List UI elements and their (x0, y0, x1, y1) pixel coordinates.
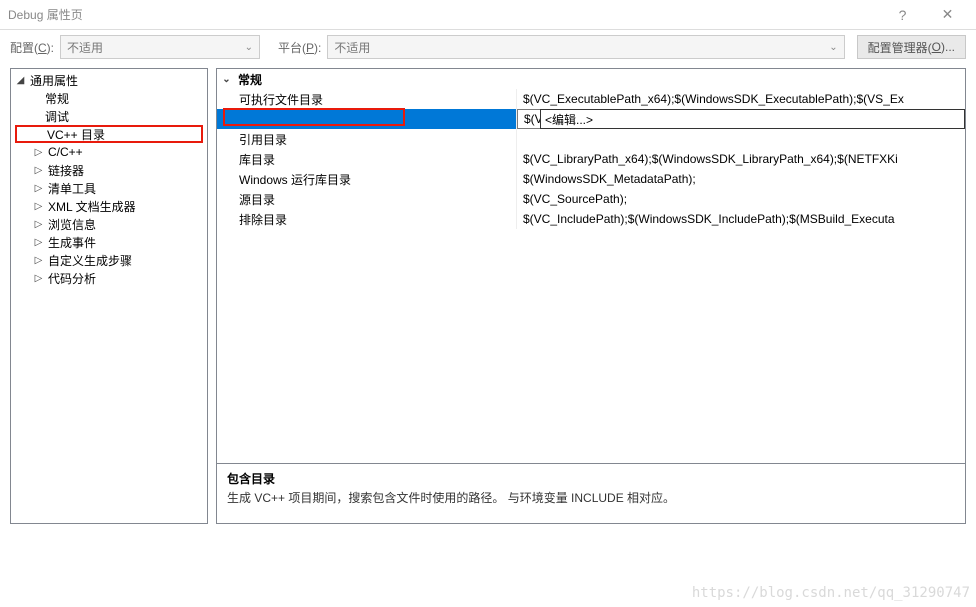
tree-panel[interactable]: ◢ 通用属性 常规 调试 VC++ 目录 ▷C/C++ ▷链接器 ▷清单工具 ▷… (10, 68, 208, 524)
prop-name: 库目录 (217, 149, 517, 169)
prop-name: 包含目录 (217, 109, 517, 129)
prop-row-executabledirs[interactable]: 可执行文件目录 $(VC_ExecutablePath_x64);$(Windo… (217, 89, 965, 109)
tree-item-cpp[interactable]: ▷C/C++ (11, 143, 207, 161)
platform-label: 平台(P): (278, 39, 321, 56)
chevron-down-icon: ⌄ (245, 42, 253, 53)
window-title: Debug 属性页 (6, 6, 880, 23)
expand-icon[interactable]: ▷ (33, 147, 44, 158)
config-dropdown[interactable]: 不适用 ⌄ (60, 35, 260, 59)
prop-row-sourcedirs[interactable]: 源目录 $(VC_SourcePath); (217, 189, 965, 209)
tree-item-codeanalysis[interactable]: ▷代码分析 (11, 269, 207, 287)
prop-row-referencedirs[interactable]: 引用目录 (217, 129, 965, 149)
tree-item-vcdirs[interactable]: VC++ 目录 (15, 125, 203, 143)
prop-name: 排除目录 (217, 209, 517, 229)
prop-value[interactable]: $(VC_LibraryPath_x64);$(WindowsSDK_Libra… (517, 149, 965, 169)
tree-item-browseinfo[interactable]: ▷浏览信息 (11, 215, 207, 233)
prop-row-excludedirs[interactable]: 排除目录 $(VC_IncludePath);$(WindowsSDK_Incl… (217, 209, 965, 229)
tree-item-linker[interactable]: ▷链接器 (11, 161, 207, 179)
toolbar: 配置(C): 不适用 ⌄ 平台(P): 不适用 ⌄ 配置管理器(O)... (0, 30, 976, 64)
tree-item-debug[interactable]: 调试 (11, 107, 207, 125)
prop-value[interactable]: $(VC_ExecutablePath_x64);$(WindowsSDK_Ex… (517, 89, 965, 109)
tree-root-label: 通用属性 (30, 72, 78, 89)
tree-item-manifest[interactable]: ▷清单工具 (11, 179, 207, 197)
tree-item-general[interactable]: 常规 (11, 89, 207, 107)
expand-icon[interactable]: ▷ (33, 255, 44, 266)
description-title: 包含目录 (227, 470, 955, 487)
tree-item-custombuild[interactable]: ▷自定义生成步骤 (11, 251, 207, 269)
config-label: 配置(C): (10, 39, 54, 56)
expand-icon[interactable]: ▷ (33, 237, 44, 248)
tree-root[interactable]: ◢ 通用属性 (11, 71, 207, 89)
watermark: https://blog.csdn.net/qq_31290747 (692, 585, 970, 601)
prop-value[interactable]: $(VC_SourcePath); (517, 189, 965, 209)
property-category[interactable]: ⌄ 常规 (217, 69, 965, 89)
prop-value[interactable] (517, 129, 965, 149)
chevron-down-icon: ⌄ (829, 42, 837, 53)
prop-row-winrtdirs[interactable]: Windows 运行库目录 $(WindowsSDK_MetadataPath)… (217, 169, 965, 189)
category-label: 常规 (238, 71, 262, 88)
platform-value: 不适用 (334, 39, 370, 56)
expand-icon[interactable]: ▷ (33, 165, 44, 176)
expand-icon[interactable]: ◢ (15, 75, 26, 86)
expand-icon[interactable]: ▷ (33, 219, 44, 230)
expand-icon[interactable]: ▷ (33, 201, 44, 212)
prop-name: 引用目录 (217, 129, 517, 149)
expand-icon[interactable]: ▷ (33, 183, 44, 194)
prop-name: Windows 运行库目录 (217, 169, 517, 189)
property-grid[interactable]: ⌄ 常规 可执行文件目录 $(VC_ExecutablePath_x64);$(… (217, 69, 965, 463)
platform-dropdown[interactable]: 不适用 ⌄ (327, 35, 844, 59)
prop-value[interactable]: $(WindowsSDK_MetadataPath); (517, 169, 965, 189)
help-button[interactable]: ? (880, 1, 925, 29)
description-text: 生成 VC++ 项目期间，搜索包含文件时使用的路径。 与环境变量 INCLUDE… (227, 489, 955, 506)
description-panel: 包含目录 生成 VC++ 项目期间，搜索包含文件时使用的路径。 与环境变量 IN… (217, 463, 965, 523)
prop-name: 可执行文件目录 (217, 89, 517, 109)
main-area: ◢ 通用属性 常规 调试 VC++ 目录 ▷C/C++ ▷链接器 ▷清单工具 ▷… (0, 64, 976, 524)
tree-item-xmldoc[interactable]: ▷XML 文档生成器 (11, 197, 207, 215)
prop-value[interactable]: $(VC_IncludePath);$(WindowsSDK_IncludePa… (517, 209, 965, 229)
tree-item-buildevents[interactable]: ▷生成事件 (11, 233, 207, 251)
config-value: 不适用 (67, 39, 103, 56)
property-panel: ⌄ 常规 可执行文件目录 $(VC_ExecutablePath_x64);$(… (216, 68, 966, 524)
prop-row-librarydirs[interactable]: 库目录 $(VC_LibraryPath_x64);$(WindowsSDK_L… (217, 149, 965, 169)
edit-dropdown-item[interactable]: <编辑...> (540, 109, 965, 129)
collapse-icon[interactable]: ⌄ (221, 74, 232, 85)
expand-icon[interactable]: ▷ (33, 273, 44, 284)
close-button[interactable]: ✕ (925, 1, 970, 29)
config-manager-button[interactable]: 配置管理器(O)... (857, 35, 966, 59)
prop-name: 源目录 (217, 189, 517, 209)
titlebar: Debug 属性页 ? ✕ (0, 0, 976, 30)
